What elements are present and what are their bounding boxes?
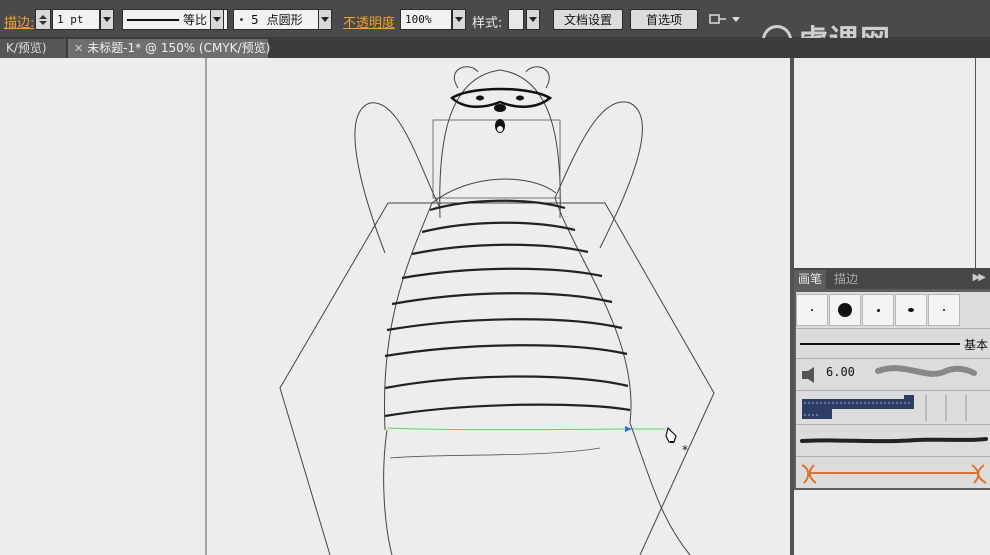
- right-arm: [554, 101, 643, 249]
- shirt-collar: [431, 178, 557, 204]
- bear-lower-body: [383, 422, 691, 555]
- brush-dot-icon: [240, 18, 243, 21]
- svg-text:*: *: [682, 443, 688, 457]
- brush-cell[interactable]: [862, 294, 894, 326]
- opacity-input[interactable]: 100%: [400, 9, 452, 30]
- stroke-label[interactable]: 描边:: [4, 12, 34, 31]
- left-eye: [476, 95, 484, 101]
- bear-tongue: [497, 126, 503, 132]
- basic-brush-label: 基本: [963, 338, 988, 352]
- brush-tip-icon: [811, 309, 813, 311]
- bristle-size-value: 6.00: [826, 365, 855, 379]
- brush-cell[interactable]: [829, 294, 861, 326]
- brush-row-pattern[interactable]: [796, 390, 990, 424]
- right-eye: [516, 95, 524, 101]
- brush-cell[interactable]: [928, 294, 960, 326]
- tab-label: 未标题-1* @ 150% (CMYK/预览): [87, 41, 271, 55]
- spinner-up-icon[interactable]: [39, 14, 47, 19]
- arrange-icon: [709, 14, 740, 24]
- stroke-weight-input[interactable]: 1 pt: [52, 9, 100, 30]
- tab-active-document[interactable]: ✕ 未标题-1* @ 150% (CMYK/预览): [68, 39, 271, 58]
- brush-tip-icon: [908, 308, 914, 312]
- left-ear: [454, 66, 479, 89]
- brush-definition[interactable]: 5 点圆形: [233, 9, 319, 30]
- stroke-profile-dropdown[interactable]: [210, 9, 224, 30]
- basic-stroke-preview: [800, 343, 960, 345]
- preferences-button[interactable]: 首选项: [630, 9, 698, 30]
- pen-guide-line: [386, 427, 665, 431]
- brush-definition-size: 5: [251, 12, 259, 27]
- arrow-brush-preview: [801, 464, 987, 484]
- brush-tip-icon: [838, 303, 852, 317]
- brush-library: 基本 6.00: [796, 292, 990, 488]
- brush-row-basic[interactable]: 基本: [796, 328, 990, 358]
- bear-head: [439, 69, 561, 219]
- stroke-profile-line-icon: [127, 18, 179, 21]
- tab-previous-document[interactable]: K/预览): [0, 39, 66, 58]
- calligraphic-brush-row: [796, 294, 961, 326]
- cape-shape: [279, 202, 715, 555]
- artboard-canvas[interactable]: *: [0, 58, 790, 555]
- charcoal-brush-preview: [800, 437, 988, 444]
- brush-cell[interactable]: [895, 294, 927, 326]
- spinner-down-icon[interactable]: [39, 20, 47, 25]
- pattern-brush-preview: [802, 395, 967, 421]
- pen-tool-cursor-icon: *: [665, 426, 688, 457]
- tab-brushes[interactable]: 画笔: [794, 270, 827, 289]
- graphic-style-swatch[interactable]: [508, 9, 524, 30]
- brush-tip-icon: [876, 308, 880, 312]
- head-bounding-box: [432, 119, 561, 199]
- opacity-label[interactable]: 不透明度: [343, 12, 395, 31]
- artboard-right-edge: [975, 58, 976, 268]
- bear-torso: [383, 197, 632, 431]
- right-ear: [525, 66, 550, 89]
- stroke-weight-spinner[interactable]: [35, 9, 51, 30]
- brush-definition-dropdown[interactable]: [318, 9, 332, 30]
- close-icon[interactable]: ✕: [74, 42, 83, 55]
- brush-cell[interactable]: [796, 294, 828, 326]
- speaker-icon: [802, 367, 814, 383]
- brushes-panel: 画笔 描边 ▶▶ 基本 6.00: [794, 268, 990, 490]
- arrange-documents-button[interactable]: [706, 9, 742, 30]
- stroke-profile-label: 等比: [183, 13, 208, 27]
- bear-nose: [494, 104, 506, 112]
- brush-definition-label: 点圆形: [266, 13, 303, 27]
- shirt-stripes: [384, 199, 631, 418]
- lower-body-inner: [389, 447, 601, 459]
- stroke-weight-dropdown[interactable]: [100, 9, 114, 30]
- panel-menu-icon[interactable]: ▶▶: [973, 272, 986, 283]
- brush-row-charcoal[interactable]: [796, 424, 990, 456]
- brush-tip-icon: [943, 309, 945, 311]
- brush-row-bristle[interactable]: 6.00: [796, 358, 990, 390]
- tab-label: K/预览): [6, 41, 47, 55]
- document-setup-button[interactable]: 文档设置: [553, 9, 623, 30]
- opacity-dropdown[interactable]: [452, 9, 466, 30]
- tab-stroke[interactable]: 描边: [830, 270, 862, 289]
- brush-row-arrow[interactable]: [796, 456, 990, 488]
- document-tab-bar: K/预览) ✕ 未标题-1* @ 150% (CMYK/预览): [0, 38, 990, 58]
- panel-tab-bar: 画笔 描边 ▶▶: [794, 268, 990, 289]
- style-label: 样式:: [472, 16, 503, 31]
- artwork-svg: *: [205, 58, 715, 555]
- graphic-style-dropdown[interactable]: [526, 9, 540, 30]
